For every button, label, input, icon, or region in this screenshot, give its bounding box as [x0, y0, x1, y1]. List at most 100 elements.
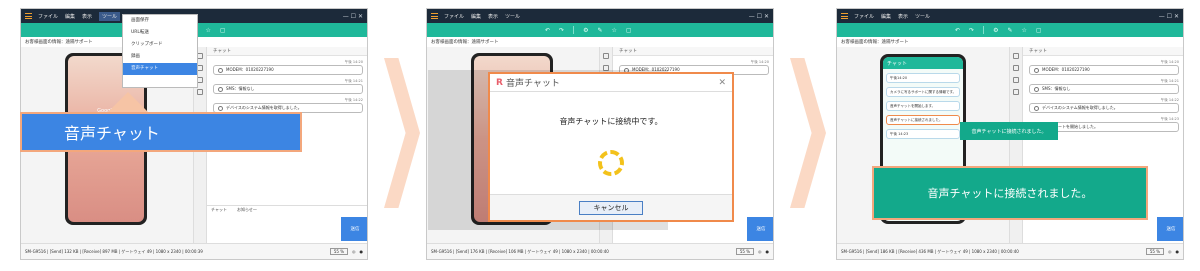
voice-chat-callout: 音声チャット [20, 112, 302, 152]
side-file-icon[interactable] [197, 89, 203, 95]
dialog-footer: キャンセル [490, 194, 732, 220]
window-controls[interactable]: — ☐ ✕ [749, 13, 769, 20]
dropdown-item-record[interactable]: 録画 [123, 51, 197, 63]
menu-display[interactable]: 表示 [488, 13, 498, 20]
info-icon [218, 105, 223, 111]
toolbar-settings-icon[interactable]: ⚙ [993, 27, 998, 34]
send-button[interactable]: 送信 [341, 217, 367, 241]
app-chat-row: 午後14:20 [886, 73, 960, 83]
menu-file[interactable]: ファイル [38, 13, 58, 20]
toolbar-separator [983, 26, 985, 34]
menu-edit[interactable]: 編集 [881, 13, 891, 20]
message-text: MODEM：01020227190 [226, 67, 274, 72]
toolbar-square-icon[interactable]: ▢ [1036, 27, 1042, 34]
toolbar-undo-icon[interactable]: ↶ [955, 27, 960, 34]
tab-notice[interactable]: お知らせ一 [237, 207, 257, 213]
hamburger-menu-icon[interactable] [431, 13, 438, 19]
status-text: SM-G9516 | [Send] 186 KB | [Receive] 436… [841, 248, 1019, 254]
menu-edit[interactable]: 編集 [471, 13, 481, 20]
record-icon[interactable]: ● [1176, 249, 1180, 254]
record-icon[interactable]: ● [360, 249, 364, 254]
app-chat-row: 午後 14:23 [886, 129, 960, 139]
toolbar-redo-icon[interactable]: ↷ [559, 27, 564, 34]
camera-icon[interactable]: ◎ [1168, 249, 1172, 254]
zoom-value[interactable]: 55 % [329, 248, 348, 255]
message-bubble: MODEM：01020227190 [213, 65, 363, 75]
side-list-icon[interactable] [1013, 65, 1019, 71]
info-icon [218, 86, 223, 92]
chat-message: 午後 14:21 SMS：情報なし [1029, 79, 1179, 94]
chat-message: 午後 14:22 デバイスのシステム情報を取得しました。 [1029, 98, 1179, 113]
toolbar-square-icon[interactable]: ▢ [220, 27, 226, 34]
dropdown-item-url-transfer[interactable]: URL転送 [123, 27, 197, 39]
status-text: SM-G9516 | [Send] 132 KB | [Receive] 897… [25, 248, 203, 254]
menu-tools[interactable]: ツール [915, 13, 930, 20]
zoom-control: 55 % ◎ ● [735, 248, 770, 255]
dropdown-item-clipboard[interactable]: クリップボード [123, 39, 197, 51]
toolbar-undo-icon[interactable]: ↶ [545, 27, 550, 34]
status-text: SM-G9516 | [Send] 176 KB | [Receive] 106… [431, 248, 609, 254]
chat-message: 午後 14:21 SMS：情報なし [213, 79, 363, 94]
hamburger-menu-icon[interactable] [25, 13, 32, 19]
chat-message: 午後 14:22 デバイスのシステム情報を取得しました。 [213, 98, 363, 113]
toolbar-pen-icon[interactable]: ✎ [597, 27, 602, 34]
voice-chat-dialog: R 音声チャット ✕ 音声チャットに接続中です。 キャンセル [488, 72, 734, 222]
titlebar: ファイル 編集 表示 ツール — ☐ ✕ [837, 9, 1183, 23]
window-controls[interactable]: — ☐ ✕ [1159, 13, 1179, 20]
menu-tools[interactable]: ツール [505, 13, 520, 20]
menu-file[interactable]: ファイル [854, 13, 874, 20]
step-arrow-icon [384, 58, 420, 208]
app-chat-header: チャット [883, 57, 963, 69]
callout-pointer [106, 92, 150, 114]
info-icon [1034, 86, 1039, 92]
dropdown-item-save-screen[interactable]: 画面保存 [123, 15, 197, 27]
hamburger-menu-icon[interactable] [841, 13, 848, 19]
side-file-icon[interactable] [1013, 89, 1019, 95]
side-monitor-icon[interactable] [603, 53, 609, 59]
camera-icon[interactable]: ◎ [352, 249, 356, 254]
dialog-message: 音声チャットに接続中です。 [559, 117, 663, 126]
toolbar-star-icon[interactable]: ☆ [205, 27, 210, 34]
menu-display[interactable]: 表示 [82, 13, 92, 20]
menu-tools[interactable]: ツール [99, 11, 121, 21]
window-controls[interactable]: — ☐ ✕ [343, 13, 363, 20]
toolbar-settings-icon[interactable]: ⚙ [583, 27, 588, 34]
toolbar-pen-icon[interactable]: ✎ [1007, 27, 1012, 34]
dialog-header: R 音声チャット ✕ [490, 74, 732, 92]
chat-tabs: チャット お知らせ一 [207, 205, 367, 214]
loading-spinner-icon [598, 150, 624, 176]
message-text: デバイスのシステム情報を取得しました。 [1042, 105, 1118, 110]
camera-icon[interactable]: ◎ [758, 249, 762, 254]
connected-toast: 音声チャットに接続されました。 [960, 122, 1058, 140]
titlebar: ファイル 編集 表示 ツール — ☐ ✕ [427, 9, 773, 23]
tab-chat[interactable]: チャット [211, 207, 227, 213]
cancel-button[interactable]: キャンセル [579, 200, 643, 215]
side-monitor-icon[interactable] [1013, 53, 1019, 59]
send-button[interactable]: 送信 [747, 217, 773, 241]
message-text: MODEM：01020227190 [1042, 67, 1090, 72]
app-chat-row: 音声チャットを開始します。 [886, 101, 960, 111]
toolbar-redo-icon[interactable]: ↷ [969, 27, 974, 34]
toolbar-star-icon[interactable]: ☆ [611, 27, 616, 34]
chat-header: チャット [613, 47, 773, 56]
menu-display[interactable]: 表示 [898, 13, 908, 20]
session-info: お客様画面の情報：遠隔サポート [431, 40, 499, 45]
status-bar: SM-G9516 | [Send] 186 KB | [Receive] 436… [837, 243, 1183, 259]
session-info: お客様画面の情報：遠隔サポート [841, 40, 909, 45]
record-icon[interactable]: ● [766, 249, 770, 254]
message-text: デバイスのシステム情報を取得しました。 [226, 105, 302, 110]
zoom-value[interactable]: 55 % [1145, 248, 1164, 255]
toolbar-star-icon[interactable]: ☆ [1021, 27, 1026, 34]
menu-file[interactable]: ファイル [444, 13, 464, 20]
close-icon[interactable]: ✕ [718, 78, 726, 88]
send-button[interactable]: 送信 [1157, 217, 1183, 241]
zoom-value[interactable]: 55 % [735, 248, 754, 255]
message-bubble: SMS：情報なし [213, 84, 363, 94]
side-gear-icon[interactable] [1013, 77, 1019, 83]
toolbar-separator [573, 26, 575, 34]
toolbar-square-icon[interactable]: ▢ [626, 27, 632, 34]
menu-edit[interactable]: 編集 [65, 13, 75, 20]
dropdown-item-voice-chat[interactable]: 音声チャット [123, 63, 197, 75]
zoom-control: 55 % ◎ ● [329, 248, 364, 255]
tools-dropdown-menu: 画面保存 URL転送 クリップボード 録画 音声チャット [122, 14, 198, 88]
